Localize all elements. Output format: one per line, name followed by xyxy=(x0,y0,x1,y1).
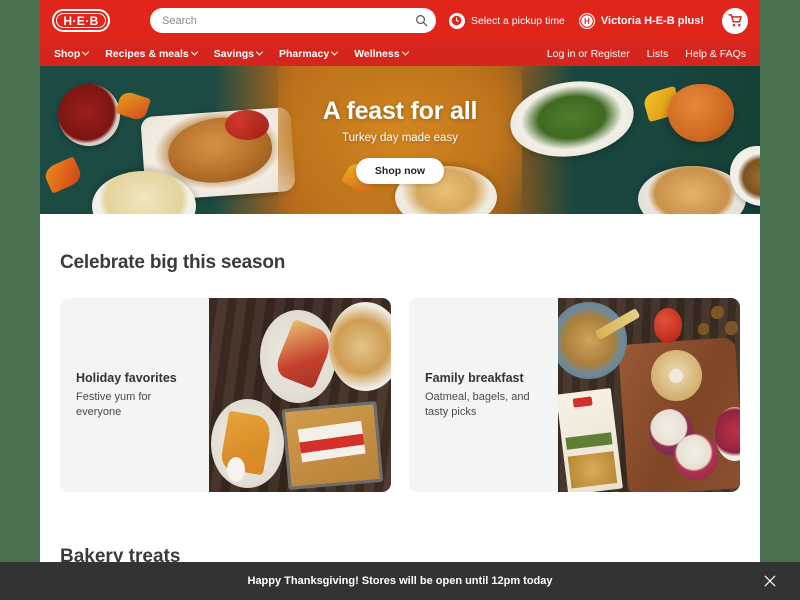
browser-viewport: H·E·B Search Select a pickup time H Vict… xyxy=(0,0,800,600)
nav-item-pharmacy-label: Pharmacy xyxy=(279,47,330,60)
search-bar[interactable] xyxy=(150,8,436,33)
chevron-down-icon xyxy=(82,48,90,56)
promo-card-grid: Holiday favorites Festive yum for everyo… xyxy=(60,298,740,492)
page-container: H·E·B Search Select a pickup time H Vict… xyxy=(40,0,760,600)
promo-card-text: Holiday favorites Festive yum for everyo… xyxy=(60,298,209,492)
chevron-down-icon xyxy=(255,48,264,56)
heb-logo-text: H·E·B xyxy=(63,13,99,28)
box-product-image xyxy=(567,450,618,489)
nav-item-lists[interactable]: Lists xyxy=(647,48,669,60)
pickup-time-label: Select a pickup time xyxy=(470,14,565,27)
package-label xyxy=(298,420,367,462)
nav-item-wellness[interactable]: Wellness xyxy=(354,47,409,60)
search-icon xyxy=(415,15,427,27)
clock-icon xyxy=(448,12,465,29)
announcement-banner: Happy Thanksgiving! Stores will be open … xyxy=(0,562,800,600)
svg-text:H: H xyxy=(584,16,590,25)
nav-item-wellness-label: Wellness xyxy=(354,47,400,60)
pecan-photo xyxy=(710,305,724,320)
announcement-banner-close-button[interactable] xyxy=(760,571,780,591)
nav-item-shop-label: Shop xyxy=(54,47,81,60)
promo-card-text: Family breakfast Oatmeal, bagels, and ta… xyxy=(409,298,558,492)
heb-logo[interactable]: H·E·B xyxy=(52,9,110,32)
oatmeal-bowl-photo xyxy=(557,301,628,380)
bakery-package-photo xyxy=(282,400,384,491)
nav-item-savings-label: Savings xyxy=(213,47,254,60)
header-actions: Select a pickup time H Victoria H-E-B pl… xyxy=(448,7,750,34)
autumn-leaf-icon xyxy=(42,156,84,194)
nav-item-shop[interactable]: Shop xyxy=(54,47,90,60)
green-beans-photo xyxy=(505,73,639,165)
promo-card-family-breakfast[interactable]: Family breakfast Oatmeal, bagels, and ta… xyxy=(409,298,740,492)
nav-item-pharmacy[interactable]: Pharmacy xyxy=(279,47,339,60)
section-title-bakery-treats: Bakery treats xyxy=(60,546,181,567)
promo-card-holiday-favorites[interactable]: Holiday favorites Festive yum for everyo… xyxy=(60,298,391,492)
hero-shop-now-button[interactable]: Shop now xyxy=(355,157,445,184)
store-selector[interactable]: H Victoria H-E-B plus! xyxy=(578,12,704,29)
bagel-photo xyxy=(650,350,702,401)
hero-banner[interactable]: A feast for all Turkey day made easy Sho… xyxy=(40,66,760,214)
pastry-tray-photo xyxy=(329,301,391,392)
store-name-label: Victoria H-E-B plus! xyxy=(600,14,704,27)
heb-organics-oatmeal-box-photo xyxy=(557,388,623,492)
promo-card-subtitle: Festive yum for everyone xyxy=(76,390,152,418)
heb-circle-icon: H xyxy=(578,12,595,29)
box-logo xyxy=(572,396,593,408)
pecan-photo xyxy=(725,321,739,335)
main-navigation: Shop Recipes & meals Savings Pharmacy We… xyxy=(40,41,760,66)
promo-card-subtitle: Oatmeal, bagels, and tasty picks xyxy=(425,390,530,418)
breakfast-photo xyxy=(557,298,740,492)
cart-icon xyxy=(727,14,742,27)
promo-card-title: Family breakfast xyxy=(425,370,524,385)
promo-card-title: Holiday favorites xyxy=(76,370,177,385)
search-input[interactable] xyxy=(162,8,410,33)
site-header: H·E·B Search Select a pickup time H Vict… xyxy=(40,0,760,41)
pickup-time-selector[interactable]: Select a pickup time xyxy=(448,12,565,29)
section-title-celebrate: Celebrate big this season xyxy=(60,252,286,273)
cranberry-jar-photo xyxy=(58,84,120,146)
pumpkin-dish-photo xyxy=(668,84,734,142)
nav-item-recipes-meals[interactable]: Recipes & meals xyxy=(105,47,198,60)
main-content: Celebrate big this season Holiday favori… xyxy=(40,214,760,568)
berry-bagel-photo xyxy=(674,433,719,481)
box-band xyxy=(565,432,613,451)
cart-button[interactable] xyxy=(722,7,748,34)
chevron-down-icon xyxy=(190,48,198,56)
autumn-leaf-icon xyxy=(115,89,151,123)
promo-card-image-bakery xyxy=(208,298,391,492)
announcement-banner-text: Happy Thanksgiving! Stores will be open … xyxy=(247,575,553,587)
nav-primary-group: Shop Recipes & meals Savings Pharmacy We… xyxy=(54,47,409,60)
nav-secondary-group: Log in or Register Lists Help & FAQs xyxy=(547,48,746,60)
pecan-photo xyxy=(698,323,710,335)
search-button[interactable] xyxy=(410,10,432,32)
chevron-down-icon xyxy=(401,48,409,56)
close-icon xyxy=(764,575,776,587)
nav-item-savings[interactable]: Savings xyxy=(213,47,264,60)
bakery-photo xyxy=(208,298,391,492)
chevron-down-icon xyxy=(331,48,339,56)
nav-item-help-faqs[interactable]: Help & FAQs xyxy=(685,48,746,60)
nav-item-recipes-meals-label: Recipes & meals xyxy=(105,47,189,60)
nav-item-login-register[interactable]: Log in or Register xyxy=(547,48,630,60)
apple-photo xyxy=(654,307,682,343)
hero-background-photo xyxy=(40,66,760,214)
garnish-berries-photo xyxy=(225,110,269,140)
promo-card-image-breakfast xyxy=(557,298,740,492)
